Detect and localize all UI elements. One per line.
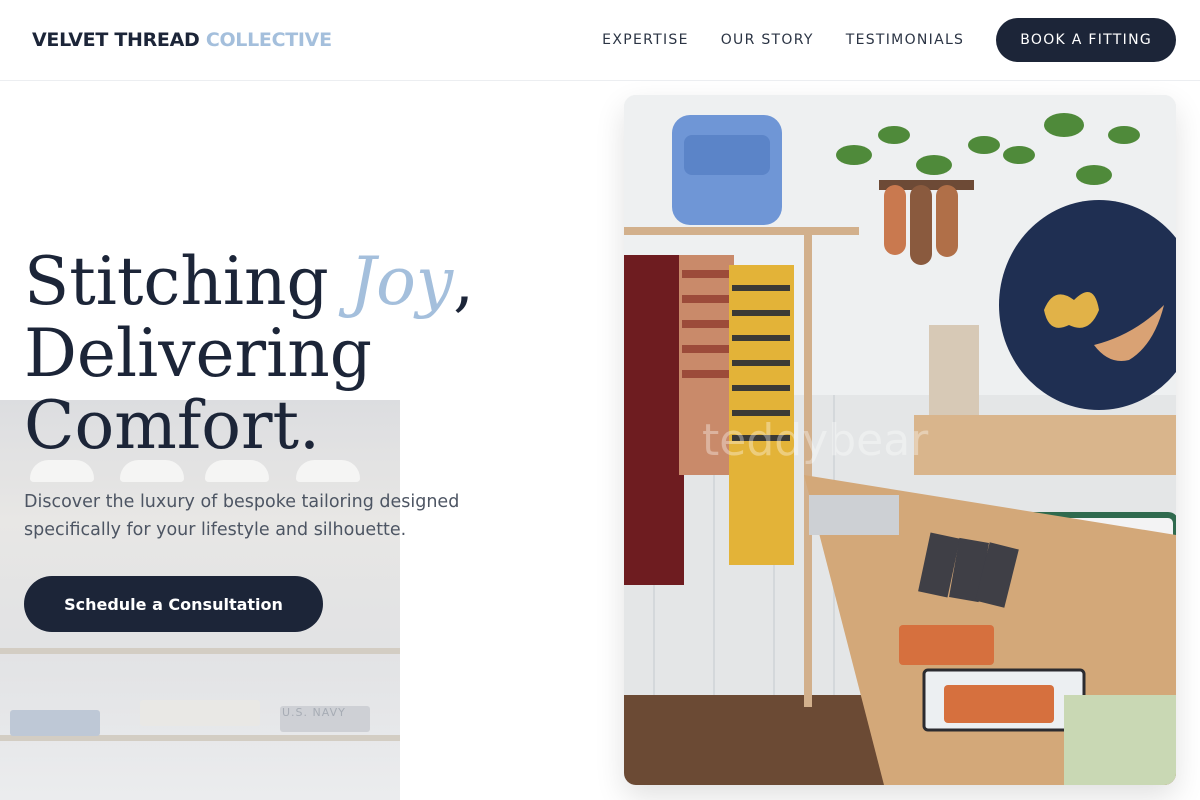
hero-title-line2: Delivering <box>24 315 372 392</box>
boutique-photo: teddybear <box>624 95 1176 785</box>
nav-link-testimonials[interactable]: TESTIMONIALS <box>846 32 965 48</box>
hero-title: Stitching Joy, Delivering Comfort. <box>24 246 584 462</box>
hero-title-start: Stitching <box>24 243 350 320</box>
image-watermark: teddybear <box>702 415 929 466</box>
main-nav: EXPERTISE OUR STORY TESTIMONIALS BOOK A … <box>602 18 1176 62</box>
nav-link-our-story[interactable]: OUR STORY <box>721 32 814 48</box>
logo-main-text: VELVET THREAD <box>32 29 200 51</box>
schedule-consultation-button[interactable]: Schedule a Consultation <box>24 576 323 632</box>
hero-title-comma: , <box>453 243 475 320</box>
nav-link-expertise[interactable]: EXPERTISE <box>602 32 689 48</box>
store-shelf <box>0 648 400 654</box>
logo-accent-text: COLLECTIVE <box>205 29 332 51</box>
folded-clothes <box>10 710 100 736</box>
shelf-label: U.S. NAVY <box>282 706 346 719</box>
folded-clothes <box>140 700 260 726</box>
site-header: VELVET THREAD COLLECTIVE EXPERTISE OUR S… <box>0 0 1200 81</box>
brand-logo[interactable]: VELVET THREAD COLLECTIVE <box>32 29 332 51</box>
hero-title-line3: Comfort. <box>24 387 321 464</box>
hero-title-accent: Joy <box>349 243 454 320</box>
hero-subtitle: Discover the luxury of bespoke tailoring… <box>24 492 460 540</box>
book-fitting-button[interactable]: BOOK A FITTING <box>996 18 1176 62</box>
